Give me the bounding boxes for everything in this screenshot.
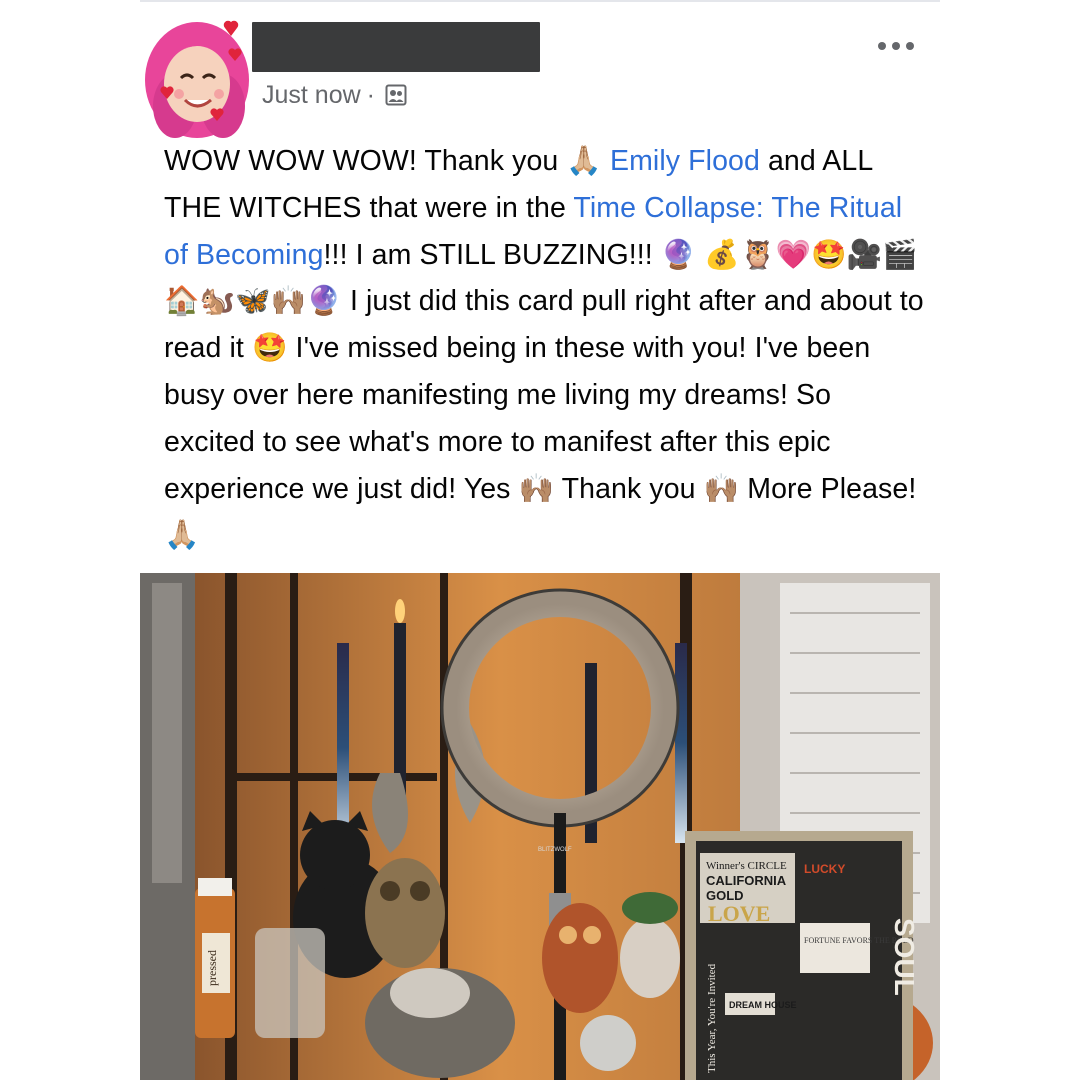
board-text-love: LOVE: [708, 901, 770, 926]
mention-link-emily-flood[interactable]: Emily Flood: [610, 145, 760, 177]
text-segment: Thank you: [554, 472, 704, 505]
raising-hands-emoji-icon: 🙌🏽: [518, 472, 555, 505]
jar-label: pressed: [205, 950, 219, 986]
text-segment: !!! I am STILL BUZZING!!!: [323, 238, 661, 271]
more-options-icon[interactable]: [876, 34, 916, 58]
board-text-california: CALIFORNIA: [706, 873, 787, 888]
memoji-avatar-icon: [145, 20, 249, 138]
post-photo[interactable]: pressed Winner's CIRCLE CALIFORNIA GOLD …: [140, 573, 940, 1080]
pray-emoji-icon: 🙏🏼: [164, 519, 200, 552]
post-meta: Just now ·: [262, 78, 407, 112]
text-segment: WOW WOW WOW! Thank you: [164, 145, 567, 177]
friends-audience-icon[interactable]: [385, 84, 407, 106]
ring-light-brand: BLITZWOLF: [538, 847, 572, 853]
post-body: WOW WOW WOW! Thank you 🙏🏼 Emily Flood an…: [164, 138, 924, 559]
board-text-invited: This Year, You're Invited: [706, 963, 718, 1073]
avatar[interactable]: [143, 14, 255, 140]
raising-hands-emoji-icon: 🙌🏽: [703, 472, 740, 505]
meta-separator: ·: [366, 80, 375, 109]
text-segment: More Please!: [739, 472, 917, 505]
starstruck-emoji-icon: 🤩: [251, 332, 288, 365]
pray-emoji-icon: 🙏🏼: [566, 145, 602, 177]
board-text-winners-circle: Winner's CIRCLE: [706, 860, 787, 872]
board-text-lucky: LUCKY: [804, 862, 845, 876]
timestamp[interactable]: Just now: [262, 81, 361, 110]
board-text-dream-house: DREAM HOUSE: [729, 1000, 797, 1010]
top-divider: [140, 0, 940, 2]
author-name-redacted[interactable]: [252, 22, 540, 72]
board-text-soul: SOUL: [889, 918, 920, 996]
